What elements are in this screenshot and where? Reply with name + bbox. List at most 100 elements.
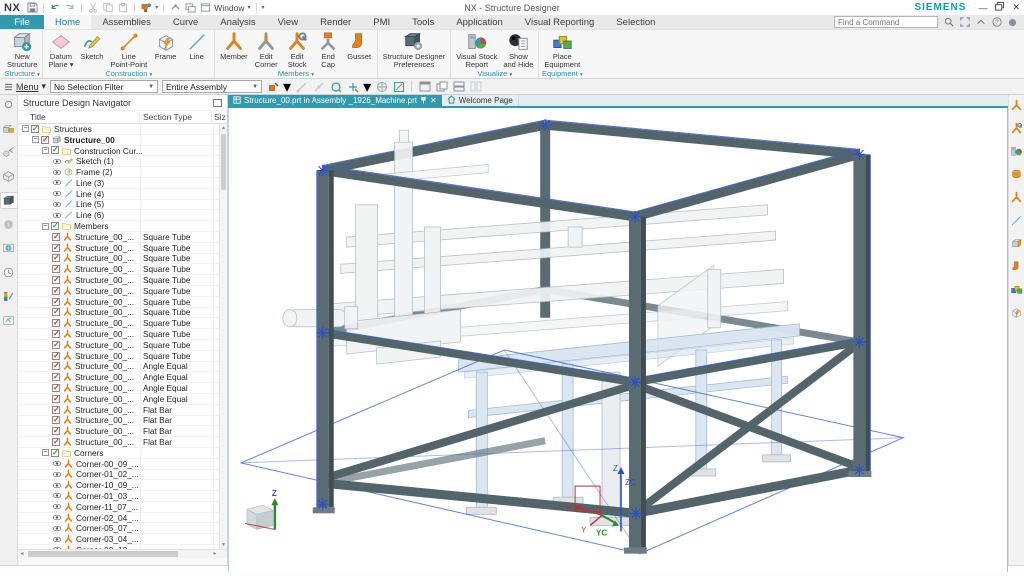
visibility-eye-icon[interactable] bbox=[52, 178, 62, 187]
new-structure-button[interactable]: NewStructure bbox=[4, 31, 40, 69]
minimize-ribbon-icon[interactable] bbox=[975, 17, 986, 28]
checkbox[interactable] bbox=[52, 352, 60, 360]
visibility-eye-icon[interactable] bbox=[52, 491, 62, 500]
ribbon-tab-render[interactable]: Render bbox=[309, 15, 362, 29]
member-icon[interactable] bbox=[1010, 98, 1024, 112]
customize-qat-chevron[interactable]: ▾ bbox=[262, 4, 265, 11]
pin-icon[interactable] bbox=[1, 97, 17, 112]
visibility-eye-icon[interactable] bbox=[52, 459, 62, 468]
checkbox[interactable] bbox=[51, 449, 59, 457]
checkbox[interactable] bbox=[52, 341, 60, 349]
document-tab[interactable]: Structure_00.prt in Assembly _1926_Machi… bbox=[228, 95, 442, 106]
visibility-eye-icon[interactable] bbox=[52, 470, 62, 479]
tree-row-corner-01-03[interactable]: Corner-01_03_... bbox=[18, 491, 227, 502]
snap-point-icon[interactable] bbox=[266, 81, 279, 93]
datum-csys-icon[interactable] bbox=[392, 81, 405, 93]
close-tab-icon[interactable]: ✕ bbox=[430, 96, 437, 105]
checkbox[interactable] bbox=[52, 373, 60, 381]
end-cap-icon[interactable] bbox=[1010, 236, 1024, 250]
expander-icon[interactable]: − bbox=[22, 125, 29, 132]
checkbox[interactable] bbox=[52, 265, 60, 273]
part-navigator-icon[interactable] bbox=[1, 169, 17, 184]
snap-intersection-icon[interactable] bbox=[329, 81, 342, 93]
tree-row-structure-00[interactable]: Structure_00_...Square Tube bbox=[18, 243, 227, 254]
tree-row-corner-11-07[interactable]: Corner-11_07_... bbox=[18, 502, 227, 513]
checkbox[interactable] bbox=[52, 308, 60, 316]
help-icon[interactable]: ? bbox=[991, 17, 1002, 28]
ribbon-tab-pmi[interactable]: PMI bbox=[362, 15, 401, 29]
tree-row-structures[interactable]: −Structures bbox=[18, 124, 227, 135]
visibility-eye-icon[interactable] bbox=[52, 211, 62, 220]
member-button[interactable]: Member bbox=[217, 31, 251, 69]
tree-row-structure-00[interactable]: Structure_00_...Square Tube bbox=[18, 318, 227, 329]
redo-icon[interactable] bbox=[64, 2, 76, 13]
tree-row-structure-00[interactable]: Structure_00_...Angle Equal bbox=[18, 394, 227, 405]
roles-icon[interactable] bbox=[1, 313, 17, 328]
ribbon-tab-view[interactable]: View bbox=[267, 15, 309, 29]
close-button[interactable]: ✕ bbox=[1012, 2, 1020, 13]
tree-row-structure-00[interactable]: Structure_00_...Flat Bar bbox=[18, 426, 227, 437]
minimize-button[interactable]: — bbox=[978, 3, 987, 13]
checkbox[interactable] bbox=[52, 254, 60, 262]
ribbon-tab-curve[interactable]: Curve bbox=[162, 15, 209, 29]
constraint-navigator-icon[interactable] bbox=[1, 145, 17, 160]
internet-explorer-icon[interactable]: i bbox=[1, 217, 17, 232]
restore-button[interactable] bbox=[995, 2, 1004, 13]
frame-button[interactable]: Frame bbox=[150, 31, 181, 69]
group-caption[interactable]: Members ▾ bbox=[217, 69, 375, 79]
visibility-eye-icon[interactable] bbox=[52, 502, 62, 511]
tree-row-structure-00[interactable]: Structure_00_...Angle Equal bbox=[18, 362, 227, 373]
float-panel-button[interactable] bbox=[213, 99, 222, 107]
line-point-point-button[interactable]: LinePoint-Point bbox=[107, 31, 150, 69]
fullscreen-icon[interactable] bbox=[959, 17, 970, 28]
group-caption[interactable]: Construction ▾ bbox=[45, 69, 212, 79]
cut-icon[interactable] bbox=[87, 2, 99, 13]
place-equipment-icon[interactable] bbox=[1010, 282, 1024, 296]
tree-row-sketch-1[interactable]: Sketch (1) bbox=[18, 156, 227, 167]
visibility-eye-icon[interactable] bbox=[52, 535, 62, 544]
window-icon[interactable] bbox=[199, 2, 211, 13]
checkbox[interactable] bbox=[51, 222, 59, 230]
visibility-eye-icon[interactable] bbox=[52, 157, 62, 166]
tile-horizontal-icon[interactable] bbox=[452, 81, 465, 93]
ribbon-tab-home[interactable]: Home bbox=[44, 15, 91, 29]
tree-row-structure-00[interactable]: Structure_00_...Square Tube bbox=[18, 264, 227, 275]
visibility-eye-icon[interactable] bbox=[52, 200, 62, 209]
datum-plane-button[interactable]: DatumPlane ▾ bbox=[45, 31, 76, 69]
tree-row-corner-05-07[interactable]: Corner-05_07_... bbox=[18, 523, 227, 534]
wcs-icon[interactable] bbox=[375, 81, 388, 93]
visual-stock-report-icon[interactable] bbox=[1010, 144, 1024, 158]
structure-designer-preferences-button[interactable]: Structure DesignerPreferences bbox=[380, 31, 449, 69]
member-alt-icon[interactable] bbox=[1010, 190, 1024, 204]
visibility-eye-icon[interactable] bbox=[52, 513, 62, 522]
format-brush-icon[interactable] bbox=[140, 2, 152, 13]
tree-row-structure-00[interactable]: Structure_00_...Square Tube bbox=[18, 308, 227, 319]
gusset-icon[interactable] bbox=[1010, 259, 1024, 273]
tree-row-structure-00[interactable]: Structure_00_...Flat Bar bbox=[18, 437, 227, 448]
visual-stock-report-button[interactable]: Visual StockReport bbox=[453, 31, 500, 69]
ribbon-tab-visual-reporting[interactable]: Visual Reporting bbox=[514, 15, 606, 29]
edit-corner-button[interactable]: EditCorner bbox=[251, 31, 282, 69]
checkbox[interactable] bbox=[52, 298, 60, 306]
tree-row-line-5[interactable]: Line (5) bbox=[18, 200, 227, 211]
tree-row-structure-00[interactable]: Structure_00_...Flat Bar bbox=[18, 416, 227, 427]
tree-row-structure-00[interactable]: Structure_00_...Square Tube bbox=[18, 340, 227, 351]
visibility-eye-icon[interactable] bbox=[52, 168, 62, 177]
tree-row-line-6[interactable]: Line (6) bbox=[18, 210, 227, 221]
checkbox[interactable] bbox=[52, 406, 60, 414]
group-caption[interactable]: Equipment ▾ bbox=[541, 69, 583, 79]
checkbox[interactable] bbox=[52, 362, 60, 370]
menu-button[interactable]: Menu▾ bbox=[4, 81, 46, 92]
checkbox[interactable] bbox=[52, 416, 60, 424]
checkbox[interactable] bbox=[31, 125, 39, 133]
checkbox[interactable] bbox=[52, 287, 60, 295]
expander-icon[interactable]: − bbox=[42, 147, 49, 154]
tree-row-structure-00[interactable]: Structure_00_...Square Tube bbox=[18, 232, 227, 243]
tree-row-structure-00[interactable]: Structure_00_...Angle Equal bbox=[18, 372, 227, 383]
expander-icon[interactable]: − bbox=[42, 223, 49, 230]
history-icon[interactable] bbox=[1, 241, 17, 256]
cascade-view-icon[interactable] bbox=[435, 81, 448, 93]
line-icon[interactable] bbox=[1010, 213, 1024, 227]
find-command-input[interactable] bbox=[834, 16, 938, 28]
document-tab[interactable]: Welcome Page bbox=[442, 95, 519, 106]
